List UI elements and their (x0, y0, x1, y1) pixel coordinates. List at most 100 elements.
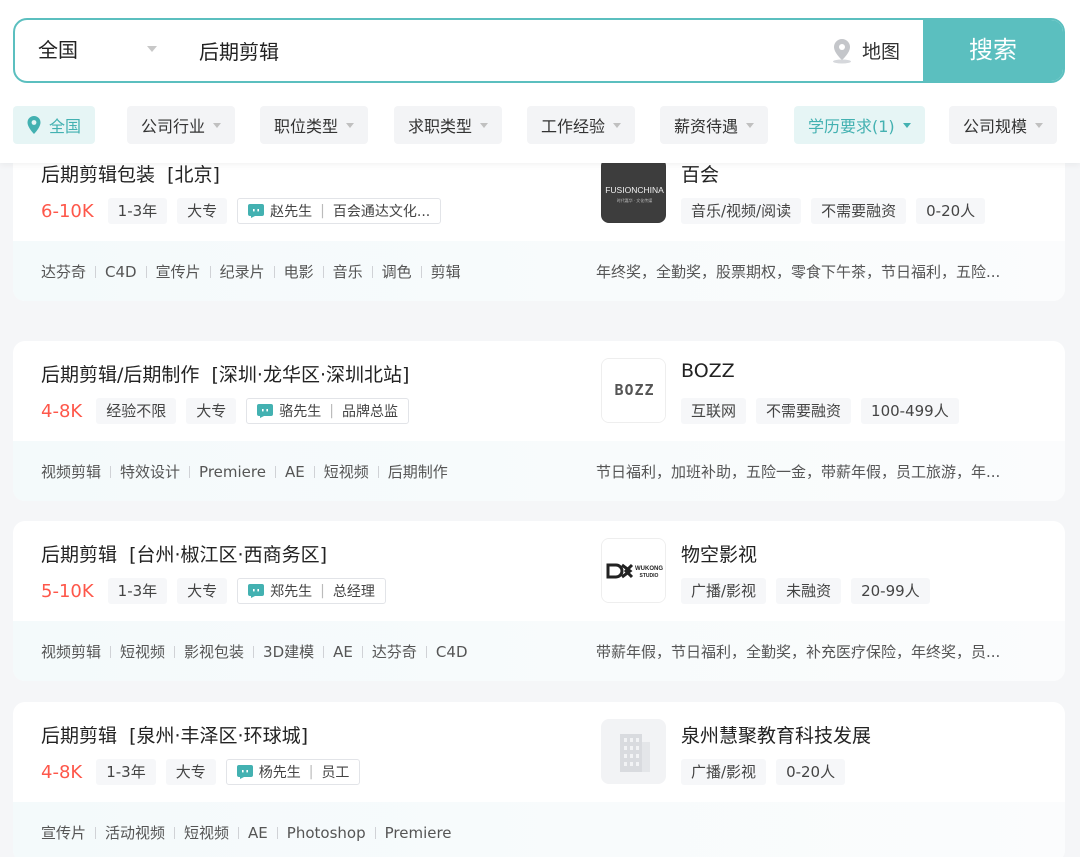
recruiter-title: 百会通达文化... (332, 204, 431, 220)
company-name[interactable]: 物空影视 (681, 540, 757, 567)
chat-icon (248, 204, 265, 218)
job-card[interactable]: 后期剪辑/后期制作 [深圳·龙华区·深圳北站] 4-8K 经验不限 大专 骆先生… (13, 341, 1065, 501)
skill-tag: 短视频 (120, 643, 166, 661)
job-card[interactable]: 后期剪辑 [泉州·丰泽区·环球城] 4-8K 1-3年 大专 杨先生 | 员工 (13, 702, 1065, 857)
experience-tag: 1-3年 (96, 759, 156, 785)
card-footer: 达芬奇 C4D 宣传片 纪录片 电影 音乐 调色 剪辑 年终奖，全勤奖，股票期权… (13, 241, 1065, 301)
skill-tag: 音乐 (332, 263, 363, 281)
skill-tags: 宣传片 活动视频 短视频 AE Photoshop Premiere (41, 822, 452, 843)
svg-text:FUSIONCHINA: FUSIONCHINA (605, 185, 664, 195)
company-size-tag: 0-20人 (776, 759, 846, 785)
company-tags: 广播/影视 0-20人 (681, 759, 846, 785)
company-size-tag: 100-499人 (861, 398, 959, 424)
recruiter-chat[interactable]: 赵先生 | 百会通达文化... (237, 198, 442, 224)
filter-salary[interactable]: 薪资待遇 (660, 106, 769, 144)
job-title-text: 后期剪辑/后期制作 (41, 364, 200, 386)
job-meta: 4-8K 经验不限 大专 骆先生 | 品牌总监 (41, 398, 409, 424)
recruiter-chat[interactable]: 骆先生 | 品牌总监 (246, 398, 409, 424)
recruiter-name: 郑先生 (270, 584, 313, 600)
skill-tag: 后期制作 (387, 463, 448, 481)
wukong-logo-icon: WUKONG STUDIO (602, 539, 665, 602)
search-button[interactable]: 搜索 (923, 20, 1063, 81)
company-industry-tag: 广播/影视 (681, 759, 767, 785)
svg-text:时代嘉华 · 文化传媒: 时代嘉华 · 文化传媒 (617, 197, 653, 203)
search-input[interactable] (199, 20, 779, 81)
job-card[interactable]: 后期剪辑包装 [北京] 6-10K 1-3年 大专 赵先生 | 百会通达文化... … (13, 141, 1065, 301)
skill-tag: 影视包装 (184, 643, 245, 661)
skill-tags: 视频剪辑 特效设计 Premiere AE 短视频 后期制作 (41, 461, 448, 482)
divider: | (320, 203, 325, 219)
skill-tag: Premiere (384, 823, 452, 842)
filter-company-size[interactable]: 公司规模 (949, 106, 1058, 144)
chevron-down-icon[interactable] (147, 46, 157, 52)
skill-tag: 电影 (283, 263, 314, 281)
card-footer: 视频剪辑 短视频 影视包装 3D建模 AE 达芬奇 C4D 带薪年假，节日福利，… (13, 621, 1065, 681)
filter-label: 公司规模 (963, 117, 1028, 136)
job-title[interactable]: 后期剪辑 [泉州·丰泽区·环球城] (41, 721, 308, 748)
filter-industry[interactable]: 公司行业 (127, 106, 236, 144)
card-main: 后期剪辑 [台州·椒江区·西商务区] 5-10K 1-3年 大专 郑先生 | 总经理… (13, 521, 1065, 621)
building-icon (602, 720, 665, 783)
recruiter-chat[interactable]: 杨先生 | 员工 (225, 759, 361, 785)
map-pin-icon (833, 38, 851, 63)
divider: | (320, 583, 325, 599)
skill-tag: 达芬奇 (41, 263, 87, 281)
skill-tag: 剪辑 (430, 263, 461, 281)
company-name[interactable]: 百会 (681, 160, 719, 187)
salary: 5-10K (41, 580, 94, 602)
filter-experience[interactable]: 工作经验 (527, 106, 636, 144)
salary: 4-8K (41, 400, 83, 422)
company-tags: 广播/影视 未融资 20-99人 (681, 578, 930, 604)
job-location: [北京] (167, 164, 220, 186)
company-funding-tag: 不需要融资 (756, 398, 852, 424)
svg-text:WUKONG: WUKONG (635, 566, 663, 572)
company-industry-tag: 音乐/视频/阅读 (681, 198, 802, 224)
company-size-tag: 20-99人 (851, 578, 930, 604)
company-name[interactable]: 泉州慧聚教育科技发展 (681, 721, 871, 748)
company-tags: 音乐/视频/阅读 不需要融资 0-20人 (681, 198, 986, 224)
job-title[interactable]: 后期剪辑包装 [北京] (41, 160, 220, 187)
skill-tag: 宣传片 (41, 824, 87, 842)
company-logo[interactable]: BOZZ (601, 358, 666, 423)
map-button[interactable]: 地图 (830, 20, 900, 81)
filter-city[interactable]: 全国 (13, 106, 96, 144)
experience-tag: 1-3年 (107, 198, 168, 224)
skill-tag: Premiere (199, 462, 266, 481)
job-title[interactable]: 后期剪辑/后期制作 [深圳·龙华区·深圳北站] (41, 360, 409, 387)
city-selector[interactable]: 全国 (38, 20, 78, 81)
company-name[interactable]: BOZZ (681, 360, 735, 382)
card-footer: 视频剪辑 特效设计 Premiere AE 短视频 后期制作 节日福利，加班补助… (13, 441, 1065, 501)
company-logo[interactable] (601, 719, 666, 784)
benefits: 节日福利，加班补助，五险一金，带薪年假，员工旅游，年... (596, 463, 1001, 481)
company-size-tag: 0-20人 (916, 198, 986, 224)
card-main: 后期剪辑 [泉州·丰泽区·环球城] 4-8K 1-3年 大专 杨先生 | 员工 (13, 702, 1065, 802)
chevron-down-icon (480, 122, 489, 128)
job-meta: 4-8K 1-3年 大专 杨先生 | 员工 (41, 759, 361, 785)
experience-tag: 经验不限 (96, 398, 177, 424)
filter-label: 公司行业 (141, 117, 206, 136)
recruiter-title: 员工 (321, 765, 350, 781)
bozz-logo-icon: BOZZ (602, 359, 665, 422)
company-logo[interactable]: FUSIONCHINA 时代嘉华 · 文化传媒 (601, 158, 666, 223)
skill-tag: 视频剪辑 (41, 643, 102, 661)
job-meta: 5-10K 1-3年 大专 郑先生 | 总经理 (41, 578, 386, 604)
recruiter-chat[interactable]: 郑先生 | 总经理 (237, 578, 386, 604)
chat-icon (236, 765, 253, 779)
job-title[interactable]: 后期剪辑 [台州·椒江区·西商务区] (41, 540, 327, 567)
filter-education[interactable]: 学历要求(1) (794, 106, 925, 144)
filter-label: 全国 (49, 117, 82, 136)
card-footer: 宣传片 活动视频 短视频 AE Photoshop Premiere (13, 802, 1065, 857)
benefits: 年终奖，全勤奖，股票期权，零食下午茶，节日福利，五险... (596, 263, 1001, 281)
filter-job-type[interactable]: 求职类型 (394, 106, 503, 144)
chevron-down-icon (902, 122, 911, 128)
skill-tag: 纪录片 (219, 263, 265, 281)
filter-bar: 全国 公司行业 职位类型 求职类型 工作经验 薪资待遇 学历要求(1) 公司规模 (13, 106, 1073, 144)
chevron-down-icon (213, 122, 222, 128)
filter-position-type[interactable]: 职位类型 (260, 106, 369, 144)
job-card[interactable]: 后期剪辑 [台州·椒江区·西商务区] 5-10K 1-3年 大专 郑先生 | 总经理… (13, 521, 1065, 681)
company-logo[interactable]: WUKONG STUDIO (601, 538, 666, 603)
recruiter-name: 赵先生 (270, 204, 313, 220)
skill-tag: 视频剪辑 (41, 463, 102, 481)
recruiter-title: 总经理 (332, 584, 375, 600)
divider: | (308, 764, 314, 780)
